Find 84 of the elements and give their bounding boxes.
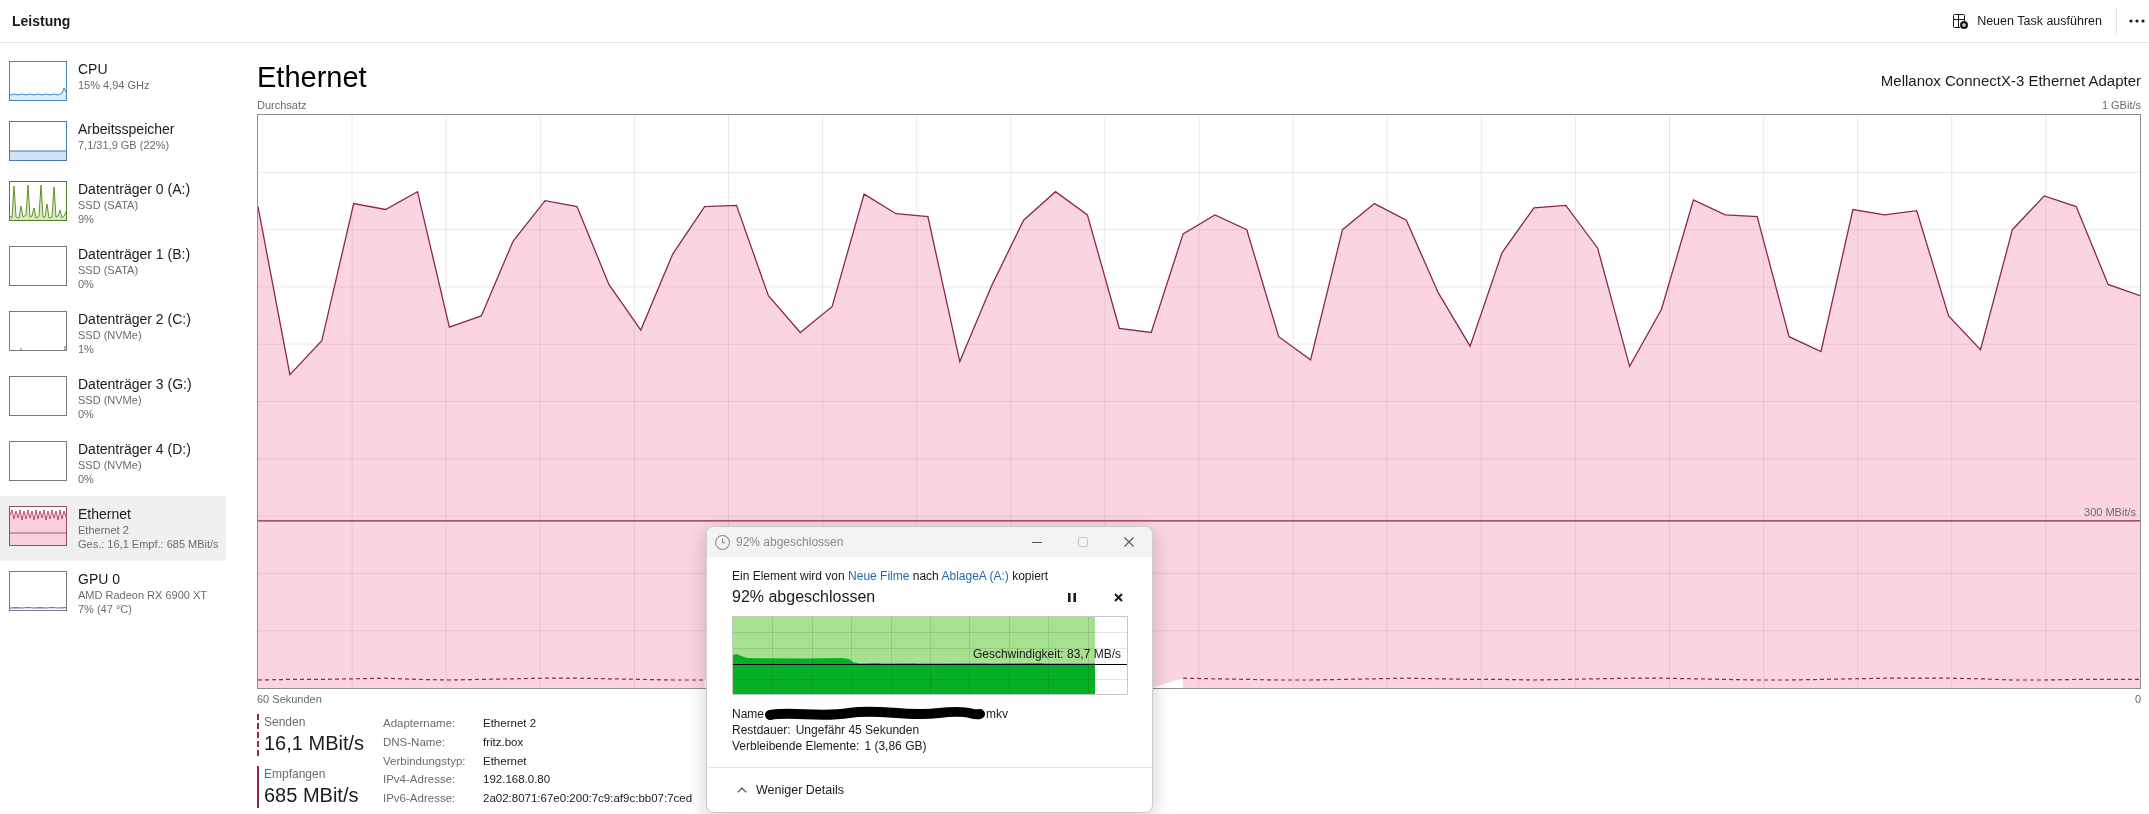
legend-line: [257, 714, 259, 756]
cancel-button[interactable]: [1114, 592, 1123, 602]
stat-label: Empfangen: [264, 766, 327, 783]
property-value: 2a02:8071:67e0:200:7c9:af9c:bb07:7ced: [483, 791, 693, 807]
property-label: Adaptername:: [383, 716, 457, 731]
item-title: Ethernet: [78, 506, 132, 523]
item-detail: Ges.: 16,1 Empf.: 685 MBit/s: [78, 537, 219, 551]
property-value: 192.168.0.80: [483, 772, 552, 788]
item-title: GPU 0: [78, 571, 121, 588]
property-value: Ethernet: [483, 753, 528, 769]
window-plus-icon: [1952, 13, 1969, 29]
item-title: Arbeitsspeicher: [78, 121, 175, 138]
item-detail: SSD (SATA): [78, 263, 140, 277]
sparkline-drawing: [9, 61, 67, 101]
sparkline-drawing: [9, 571, 67, 611]
item-title: Datenträger 0 (A:): [78, 181, 191, 198]
item-detail: Ethernet 2: [78, 523, 130, 537]
stat-value: 16,1 MBit/s: [264, 731, 365, 756]
legend-line: [257, 766, 259, 808]
more-icon: [2129, 19, 2145, 23]
item-detail: 7,1/31,9 GB (22%): [78, 138, 171, 152]
item-detail: SSD (SATA): [78, 198, 140, 212]
item-detail: 0%: [78, 407, 95, 421]
item-detail: 0%: [78, 472, 95, 486]
run-new-task-button[interactable]: Neuen Task ausführen: [1946, 5, 2108, 37]
close-icon: [1124, 537, 1134, 547]
item-detail: AMD Radeon RX 6900 XT: [78, 588, 207, 602]
y-axis-label: Durchsatz: [257, 98, 307, 112]
item-title: Datenträger 1 (B:): [78, 246, 191, 263]
item-title: Datenträger 3 (G:): [78, 376, 192, 393]
detail-label: Restdauer:: [732, 722, 791, 738]
property-label: IPv6-Adresse:: [383, 791, 457, 807]
file-name-end: mkv: [986, 706, 1008, 722]
property-label: DNS-Name:: [383, 734, 446, 750]
sparkline-drawing: [9, 376, 67, 416]
clock-icon: [715, 534, 730, 550]
property-label: IPv4-Adresse:: [383, 772, 457, 788]
item-detail: 0%: [78, 277, 95, 291]
stat-value: 685 MBit/s: [264, 783, 359, 808]
sparkline-drawing: [9, 246, 67, 286]
details-toggle-button[interactable]: Weniger Details: [737, 780, 844, 800]
property-value: fritz.box: [483, 734, 525, 750]
folder-link[interactable]: AblageA (A:): [941, 569, 1009, 583]
sparkline-drawing: [9, 121, 67, 161]
page-title: Leistung: [12, 11, 71, 31]
close-icon: [1114, 592, 1123, 602]
folder-link[interactable]: Neue Filme: [848, 569, 910, 583]
copy-message: Ein Element wird von Neue Filme nach AblageA (A:) kopiert: [732, 568, 1050, 584]
name-label: Name: [732, 706, 764, 722]
sparkline-drawing: [9, 311, 67, 351]
sidebar-item[interactable]: Ethernet Ethernet 2 Ges.: 16,1 Empf.: 685 MBit/s: [0, 496, 226, 561]
sparkline-drawing: [9, 181, 67, 221]
detail-value: Ungefähr 45 Sekunden: [795, 722, 920, 738]
property-value: Ethernet 2: [483, 716, 538, 731]
speed-label: Geschwindigkeit: 83,7 MB/s: [972, 647, 1121, 661]
item-title: Datenträger 4 (D:): [78, 441, 191, 458]
item-title: CPU: [78, 61, 109, 78]
progress-status: 92% abgeschlossen: [732, 587, 876, 607]
item-detail: 15% 4,94 GHz: [78, 78, 150, 92]
minimize-icon: [1032, 541, 1042, 543]
sparkline-drawing: [9, 506, 67, 546]
item-detail: SSD (NVMe): [78, 328, 143, 342]
item-detail: 1%: [78, 342, 95, 356]
pause-icon: [1068, 592, 1076, 602]
x-axis-label: 60 Sekunden: [257, 692, 322, 706]
item-title: Datenträger 2 (C:): [78, 311, 191, 328]
property-label: Verbindungstyp:: [383, 753, 467, 769]
y-tick-label: 0: [2134, 692, 2141, 706]
y-tick-label: 1 GBit/s: [2101, 98, 2141, 112]
item-detail: SSD (NVMe): [78, 458, 143, 472]
chevron-up-icon: [737, 787, 747, 793]
reference-label: 300 MBit/s: [2084, 505, 2136, 518]
item-detail: 7% (47 °C): [78, 602, 133, 616]
detail-value: 1 (3,86 GB): [864, 738, 927, 754]
item-detail: 9%: [78, 212, 95, 226]
stat-label: Senden: [264, 714, 307, 731]
pause-button[interactable]: [1068, 592, 1076, 602]
section-title: Ethernet: [257, 60, 367, 94]
sparkline-drawing: [9, 441, 67, 481]
maximize-icon: [1078, 537, 1088, 547]
dialog-title: 92% abgeschlossen: [736, 534, 844, 551]
item-detail: SSD (NVMe): [78, 393, 143, 407]
adapter-name: Mellanox ConnectX-3 Ethernet Adapter: [1880, 72, 2141, 90]
detail-label: Verbleibende Elemente:: [732, 738, 860, 754]
